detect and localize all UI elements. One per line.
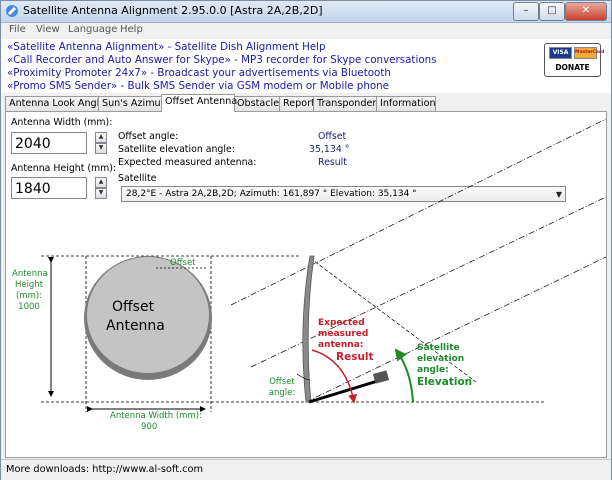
sat-elev-caption-line3: angle: — [417, 365, 449, 375]
ad-link-call-recorder[interactable]: «Call Recorder and Auto Answer for Skype… — [7, 54, 437, 66]
width-caption-value: 900 — [141, 422, 158, 432]
menu-file[interactable]: File — [9, 24, 26, 35]
tab-report[interactable]: Report — [279, 96, 315, 111]
menu-view[interactable]: View — [36, 24, 60, 35]
elevation-caption: Elevation — [417, 376, 473, 388]
sat-elev-caption-line2: elevation — [417, 354, 465, 364]
mastercard-icon: MasterCard — [574, 47, 604, 59]
dish-face — [87, 257, 209, 373]
app-window: Satellite Antenna Alignment 2.95.0.0 [As… — [0, 0, 612, 480]
elevation-angle-arc — [394, 348, 414, 403]
ad-link-promo-sms[interactable]: «Promo SMS Sender» - Bulk SMS Sender via… — [7, 80, 389, 92]
visa-card-icon: VISA — [549, 47, 572, 59]
width-caption: Antenna Width (mm): — [110, 411, 202, 421]
offset-angle-caption-line2: angle: — [268, 388, 296, 398]
offset-top-label: Offset — [170, 258, 196, 268]
title-bar: Satellite Antenna Alignment 2.95.0.0 [As… — [1, 1, 611, 23]
ad-link-proximity-promoter[interactable]: «Proximity Promoter 24x7» - Broadcast yo… — [7, 67, 391, 79]
height-caption-value: 1000 — [18, 302, 40, 312]
menu-language[interactable]: Language — [68, 24, 117, 35]
donate-button[interactable]: VISA MasterCard DONATE — [544, 43, 604, 77]
offset-angle-caption-line1: Offset — [269, 377, 295, 387]
result-caption: Result — [336, 351, 374, 363]
status-text: More downloads: http://www.al-soft.com — [6, 464, 204, 475]
height-caption-line1: Antenna — [12, 269, 48, 279]
satellite-app-icon — [6, 5, 18, 17]
height-caption-line3: (mm): — [15, 291, 43, 301]
feed-arm — [308, 378, 382, 404]
beam-line-1 — [230, 118, 606, 306]
menu-help[interactable]: Help — [120, 24, 143, 35]
status-bar: More downloads: http://www.al-soft.com — [1, 459, 611, 480]
tab-offset-antenna[interactable]: Offset Antenna — [161, 94, 237, 112]
window-title: Satellite Antenna Alignment 2.95.0.0 [As… — [23, 4, 323, 17]
ad-area: «Satellite Antenna Alignment» - Satellit… — [1, 39, 611, 93]
maximize-button[interactable]: □ — [539, 2, 565, 21]
antenna-title-line2: Antenna — [106, 318, 165, 334]
sat-elev-caption-line1: Satellite — [417, 343, 460, 353]
offset-antenna-panel: Antenna Width (mm): 2040 ▲ ▼ Antenna Hei… — [5, 111, 607, 458]
donate-label: DONATE — [555, 63, 590, 72]
height-caption-line2: Height — [14, 280, 44, 290]
ad-link-satellite-alignment[interactable]: «Satellite Antenna Alignment» - Satellit… — [7, 41, 326, 53]
close-button[interactable]: ✕ — [565, 2, 607, 21]
expected-caption-line2: measured — [318, 329, 369, 339]
tab-suns-azimuth[interactable]: Sun's Azimuth — [98, 96, 170, 111]
lnb-icon — [372, 370, 390, 384]
expected-caption-line3: antenna: — [318, 340, 364, 350]
minimize-button[interactable]: – — [513, 2, 539, 21]
tab-transponders[interactable]: Transponders — [313, 96, 381, 111]
tab-antenna-look-angles[interactable]: Antenna Look Angles — [5, 96, 110, 111]
menu-bar: File View Language Help — [1, 23, 611, 38]
antenna-title-line1: Offset — [112, 299, 155, 315]
tab-information[interactable]: Information — [376, 96, 436, 111]
offset-antenna-diagram — [41, 118, 606, 412]
expected-caption-line1: Expected — [318, 318, 365, 328]
tab-obstacles[interactable]: Obstacles — [233, 96, 284, 111]
